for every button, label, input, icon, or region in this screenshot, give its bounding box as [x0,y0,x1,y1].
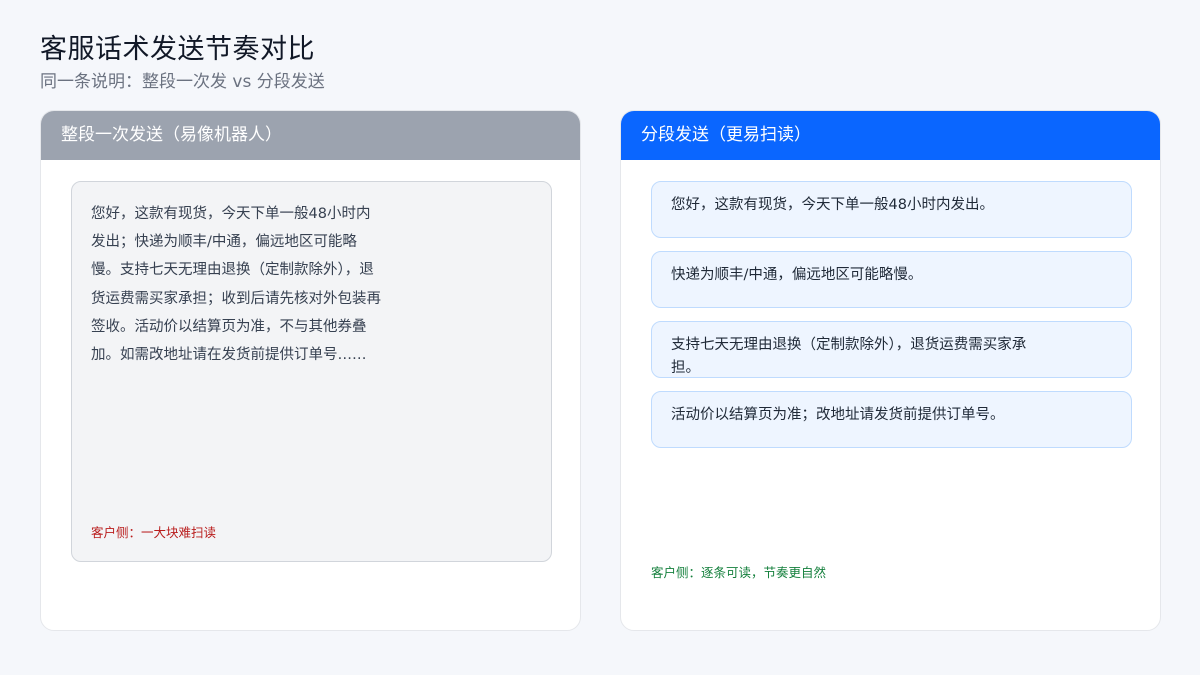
single-message-text: 您好，这款有现货，今天下单一般48小时内发出；快递为顺丰/中通，偏远地区可能略慢… [91,206,381,364]
message-bubble-text: 您好，这款有现货，今天下单一般48小时内发出。 [671,197,994,213]
message-bubble: 支持七天无理由退换（定制款除外），退货运费需买家承担。 [651,321,1132,378]
segmented-header: 分段发送（更易扫读） [621,111,1160,160]
single-block-header: 整段一次发送（易像机器人） [41,111,580,160]
segmented-note: 客户侧：逐条可读，节奏更自然 [651,565,827,580]
single-block-panel: 整段一次发送（易像机器人） 您好，这款有现货，今天下单一般48小时内发出；快递为… [40,110,581,631]
message-bubble-text: 支持七天无理由退换（定制款除外），退货运费需买家承担。 [671,337,1027,376]
single-message-block: 您好，这款有现货，今天下单一般48小时内发出；快递为顺丰/中通，偏远地区可能略慢… [71,181,552,562]
segmented-panel: 分段发送（更易扫读） 您好，这款有现货，今天下单一般48小时内发出。 快递为顺丰… [620,110,1161,631]
message-bubble: 快递为顺丰/中通，偏远地区可能略慢。 [651,251,1132,308]
message-bubble: 活动价以结算页为准；改地址请发货前提供订单号。 [651,391,1132,448]
page-title: 客服话术发送节奏对比 [40,34,315,65]
message-bubble-text: 活动价以结算页为准；改地址请发货前提供订单号。 [671,407,1005,423]
page-subtitle: 同一条说明：整段一次发 vs 分段发送 [40,72,325,92]
single-block-note: 客户侧：一大块难扫读 [91,525,217,540]
message-bubble: 您好，这款有现货，今天下单一般48小时内发出。 [651,181,1132,238]
message-bubble-text: 快递为顺丰/中通，偏远地区可能略慢。 [671,267,923,283]
